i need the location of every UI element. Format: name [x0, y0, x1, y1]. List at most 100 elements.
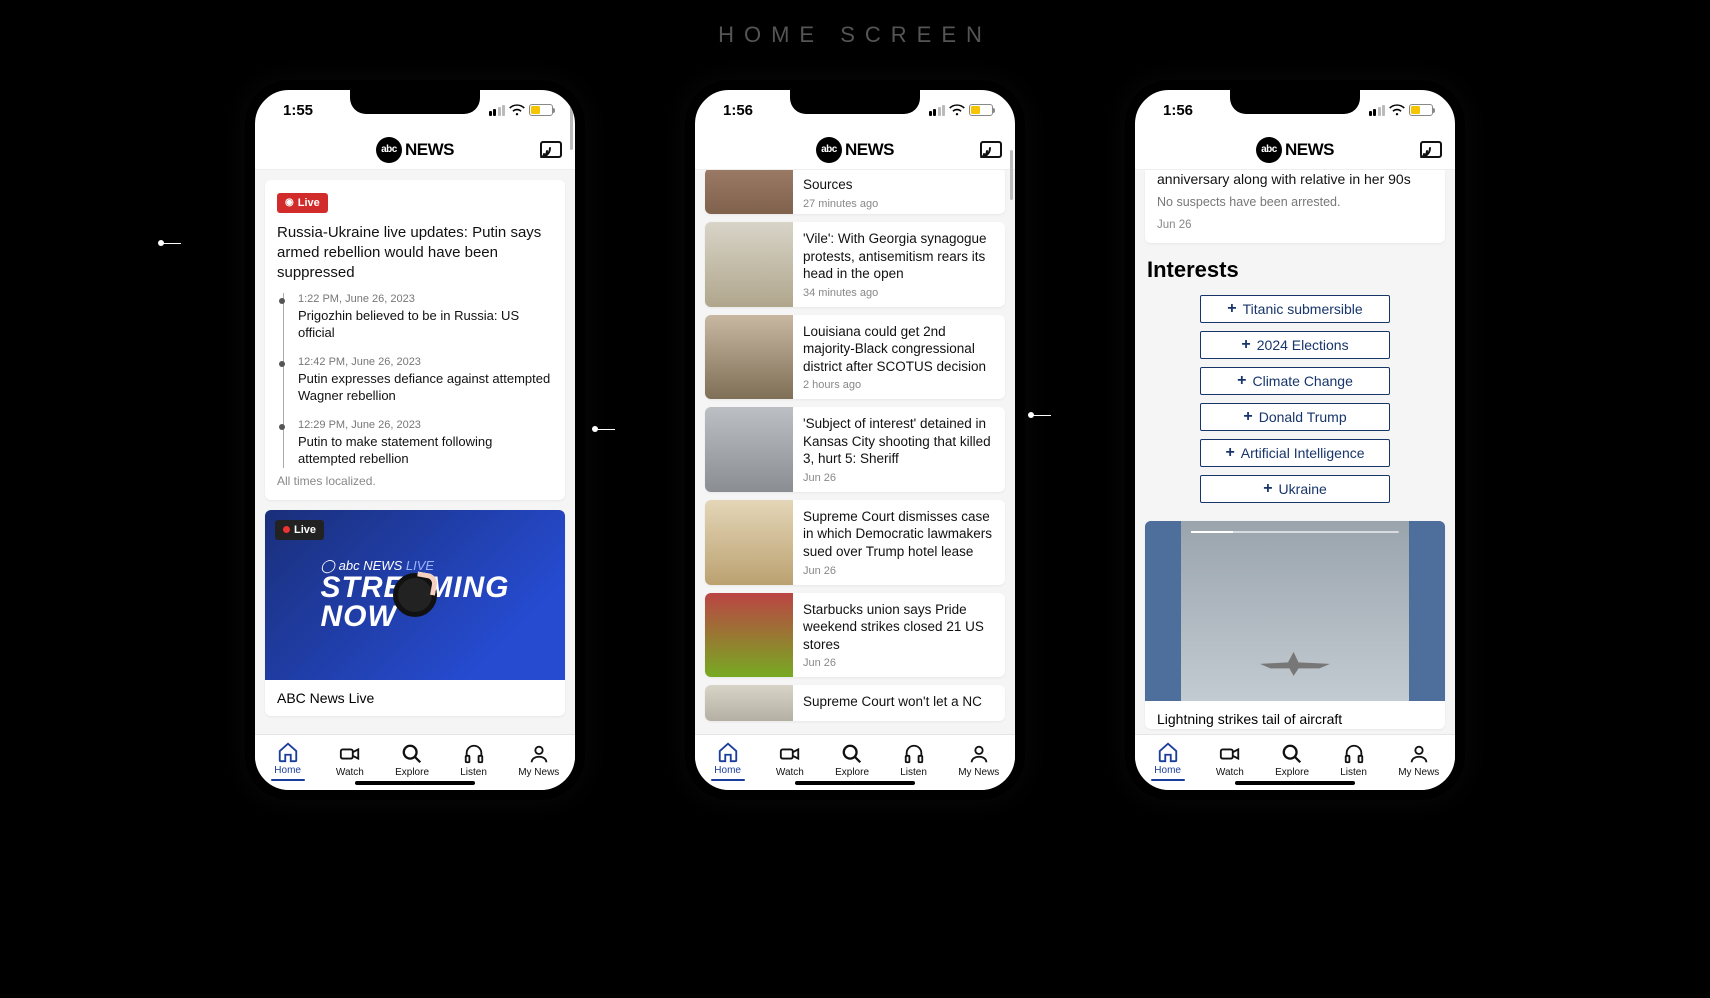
search-icon [1281, 743, 1303, 765]
interest-chip[interactable]: +2024 Elections [1200, 331, 1390, 359]
news-list-item[interactable]: Starbucks union says Pride weekend strik… [705, 593, 1005, 678]
person-icon [528, 743, 550, 765]
thumbnail [705, 500, 793, 585]
article-date: Jun 26 [1157, 219, 1433, 231]
device-notch [790, 90, 920, 114]
thumbnail [705, 407, 793, 492]
news-list-item[interactable]: Louisiana could get 2nd majority-Black c… [705, 315, 1005, 400]
tab-label: My News [958, 767, 999, 778]
interests-heading: Interests [1147, 257, 1443, 283]
tab-label: Watch [776, 767, 804, 778]
app-header: abc NEWS [695, 130, 1015, 170]
logo-mark: abc [1256, 137, 1282, 163]
home-indicator [355, 781, 475, 785]
video-camera-icon [1219, 743, 1241, 765]
news-list-item[interactable]: Supreme Court dismisses case in which De… [705, 500, 1005, 585]
person-icon [1408, 743, 1430, 765]
thumbnail [705, 315, 793, 400]
tab-explore[interactable]: Explore [395, 743, 429, 778]
headline: Russia-Ukraine live updates: Putin says … [277, 223, 553, 284]
tab-label: Listen [900, 767, 927, 778]
tab-listen[interactable]: Listen [460, 743, 487, 778]
content-area: Sources 27 minutes ago 'Vile': With Geor… [695, 170, 1015, 734]
tab-watch[interactable]: Watch [1216, 743, 1244, 778]
news-list-item[interactable]: 'Vile': With Georgia synagogue protests,… [705, 222, 1005, 307]
cellular-icon [489, 105, 506, 116]
cellular-icon [929, 105, 946, 116]
tab-watch[interactable]: Watch [336, 743, 364, 778]
app-header: abc NEWS [255, 130, 575, 170]
timeline-item[interactable]: 12:29 PM, June 26, 2023 Putin to make st… [298, 419, 553, 468]
video-card[interactable]: Lightning strikes tail of aircraft [1145, 521, 1445, 729]
search-icon [841, 743, 863, 765]
list-title: 'Vile': With Georgia synagogue protests,… [803, 230, 995, 283]
cast-icon[interactable] [979, 138, 1003, 162]
article-card-partial[interactable]: anniversary along with relative in her 9… [1145, 170, 1445, 243]
article-subhead: No suspects have been arrested. [1157, 195, 1433, 209]
video-thumbnail[interactable] [1145, 521, 1445, 701]
tab-explore[interactable]: Explore [835, 743, 869, 778]
interest-chip[interactable]: +Titanic submersible [1200, 295, 1390, 323]
tab-home[interactable]: Home [1151, 741, 1185, 781]
wifi-icon [509, 104, 525, 116]
live-story-card[interactable]: Live Russia-Ukraine live updates: Putin … [265, 180, 565, 500]
home-indicator [795, 781, 915, 785]
cast-icon[interactable] [1419, 138, 1443, 162]
cast-icon[interactable] [539, 138, 563, 162]
news-list-item[interactable]: 'Subject of interest' detained in Kansas… [705, 407, 1005, 492]
tab-home[interactable]: Home [711, 741, 745, 781]
phone-mock-1: 1:55 abc NEWS Live Russia-Ukraine live u… [245, 80, 585, 800]
interest-chip[interactable]: +Climate Change [1200, 367, 1390, 395]
video-camera-icon [779, 743, 801, 765]
tab-listen[interactable]: Listen [1340, 743, 1367, 778]
video-hero[interactable]: Live ◯ abc NEWS LIVE STREAMING NOW [265, 510, 565, 680]
home-icon [277, 741, 299, 763]
interest-chip[interactable]: +Donald Trump [1200, 403, 1390, 431]
list-title: Starbucks union says Pride weekend strik… [803, 601, 995, 654]
tab-home[interactable]: Home [271, 741, 305, 781]
timeline-time: 12:29 PM, June 26, 2023 [298, 419, 553, 431]
list-time: Jun 26 [803, 472, 995, 484]
home-icon [1157, 741, 1179, 763]
headphones-icon [463, 743, 485, 765]
timeline-item[interactable]: 12:42 PM, June 26, 2023 Putin expresses … [298, 356, 553, 405]
video-camera-icon [339, 743, 361, 765]
home-icon [717, 741, 739, 763]
list-title: Sources [803, 176, 995, 194]
phone-mock-3: 1:56 abc NEWS anniversary along with rel… [1125, 80, 1465, 800]
tab-explore[interactable]: Explore [1275, 743, 1309, 778]
timeline-item[interactable]: 1:22 PM, June 26, 2023 Prigozhin believe… [298, 293, 553, 342]
tab-mynews[interactable]: My News [1398, 743, 1439, 778]
thumbnail [705, 685, 793, 721]
annotation-line [597, 429, 615, 430]
live-video-card[interactable]: Live ◯ abc NEWS LIVE STREAMING NOW ABC N… [265, 510, 565, 716]
tab-watch[interactable]: Watch [776, 743, 804, 778]
list-time: 2 hours ago [803, 379, 995, 391]
list-title: Supreme Court dismisses case in which De… [803, 508, 995, 561]
tab-mynews[interactable]: My News [958, 743, 999, 778]
video-title: Lightning strikes tail of aircraft [1145, 701, 1445, 729]
timeline: 1:22 PM, June 26, 2023 Prigozhin believe… [283, 293, 553, 467]
list-title: Supreme Court won't let a NC [803, 693, 995, 711]
interest-chip[interactable]: +Artificial Intelligence [1200, 439, 1390, 467]
news-list-item[interactable]: Supreme Court won't let a NC [705, 685, 1005, 721]
person-icon [968, 743, 990, 765]
search-icon [401, 743, 423, 765]
cellular-icon [1369, 105, 1386, 116]
news-list-item[interactable]: Sources 27 minutes ago [705, 170, 1005, 214]
tab-listen[interactable]: Listen [900, 743, 927, 778]
list-title: 'Subject of interest' detained in Kansas… [803, 415, 995, 468]
logo-word: NEWS [405, 140, 454, 160]
phone-mock-2: 1:56 abc NEWS Sources 27 minutes ago [685, 80, 1025, 800]
logo-word: NEWS [1285, 140, 1334, 160]
app-header: abc NEWS [1135, 130, 1455, 170]
tab-mynews[interactable]: My News [518, 743, 559, 778]
headphones-icon [903, 743, 925, 765]
tab-label: My News [518, 767, 559, 778]
interest-chip-list: +Titanic submersible +2024 Elections +Cl… [1145, 295, 1445, 503]
video-progress [1191, 531, 1399, 533]
status-time: 1:56 [1163, 102, 1193, 119]
app-logo: abc NEWS [816, 137, 894, 163]
logo-mark: abc [816, 137, 842, 163]
interest-chip[interactable]: +Ukraine [1200, 475, 1390, 503]
